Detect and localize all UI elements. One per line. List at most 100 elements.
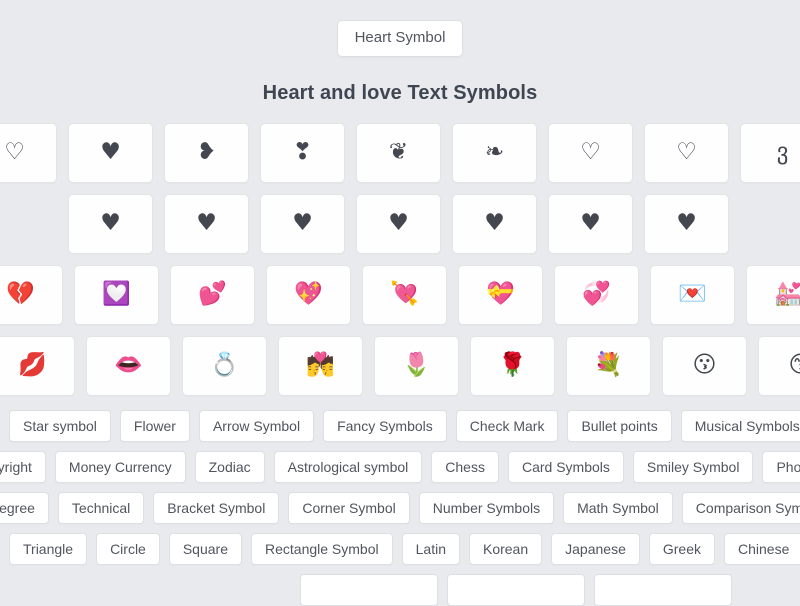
symbol-glyph-broken-heart: 💔: [6, 283, 35, 306]
symbol-glyph-two-hearts: 💕: [198, 283, 227, 306]
tag-chip-astrological-symbol[interactable]: Astrological symbol: [274, 451, 423, 483]
tag-chip-corner-symbol[interactable]: Corner Symbol: [288, 492, 409, 524]
symbol-tile-rotated-heavy-black-heart-bullet[interactable]: ❥: [164, 123, 249, 183]
symbol-tile-outlined-solid-heart[interactable]: ♥: [644, 194, 729, 254]
symbol-glyph-white-heart-suit: ♡: [4, 141, 25, 164]
tag-chip-number-symbols[interactable]: Number Symbols: [419, 492, 554, 524]
symbol-glyph-heavy-heart-exclamation-mark-ornament: ❣: [293, 141, 312, 164]
tag-chip-partial[interactable]: [594, 574, 732, 606]
tag-chip-zodiac[interactable]: Zodiac: [195, 451, 265, 483]
symbol-tile-kiss-mark[interactable]: 💋: [0, 336, 75, 396]
tag-row: Copyright Money Currency Zodiac Astrologica…: [0, 451, 800, 483]
tag-chip-money-currency[interactable]: Money Currency: [55, 451, 186, 483]
tag-chip-korean[interactable]: Korean: [469, 533, 542, 565]
tag-chip-japanese[interactable]: Japanese: [551, 533, 640, 565]
symbol-tile-sparkling-heart[interactable]: 💖: [266, 265, 351, 325]
symbol-tile-mouth-lips[interactable]: 👄: [86, 336, 171, 396]
symbol-glyph-bouquet: 💐: [594, 354, 623, 377]
tag-chip-chess[interactable]: Chess: [431, 451, 499, 483]
tag-chip-musical-symbols[interactable]: Musical Symbols: [681, 410, 800, 442]
symbol-tile-solid-heart[interactable]: ♥: [68, 194, 153, 254]
tag-chip-flower[interactable]: Flower: [120, 410, 190, 442]
symbol-tile-diagonal-striped-heart-dense[interactable]: ♥: [356, 194, 441, 254]
tag-chip-smiley-symbol[interactable]: Smiley Symbol: [633, 451, 754, 483]
tag-chip-star-symbol[interactable]: Star symbol: [9, 410, 111, 442]
page-title: Heart and love Text Symbols: [0, 82, 800, 105]
symbol-glyph-wedding-chapel: 💒: [774, 283, 800, 306]
tag-chip-fancy-symbols[interactable]: Fancy Symbols: [323, 410, 447, 442]
tag-chip-comparison-symbol[interactable]: Comparison Symbol: [682, 492, 800, 524]
symbol-tile-black-heart-suit[interactable]: ♥: [68, 123, 153, 183]
tag-row-partial: [300, 574, 800, 606]
symbol-glyph-horizontal-striped-heart: ♥: [196, 212, 217, 235]
symbol-tile-bouquet[interactable]: 💐: [566, 336, 651, 396]
tag-chip-phonetic[interactable]: Phonetic: [762, 451, 800, 483]
symbol-glyph-rose: 🌹: [498, 354, 527, 377]
symbol-tile-kiss-couple[interactable]: 💏: [278, 336, 363, 396]
symbol-glyph-love-letter: 💌: [678, 283, 707, 306]
symbol-tile-wedding-chapel[interactable]: 💒: [746, 265, 800, 325]
symbol-tile-kissing-face[interactable]: 😗: [662, 336, 747, 396]
symbol-glyph-kiss-mark: 💋: [18, 354, 47, 377]
symbol-tile-kissing-smiling-face[interactable]: 😙: [758, 336, 800, 396]
tag-chip-card-symbols[interactable]: Card Symbols: [508, 451, 624, 483]
symbol-tile-broken-heart[interactable]: 💔: [0, 265, 63, 325]
symbol-tile-heart-like-letter-glyph[interactable]: ვ: [740, 123, 800, 183]
tag-chip-technical[interactable]: Technical: [58, 492, 144, 524]
symbol-glyph-heart-with-ribbon: 💝: [486, 283, 515, 306]
tag-chip-check-mark[interactable]: Check Mark: [456, 410, 559, 442]
tag-chip-chinese[interactable]: Chinese: [724, 533, 800, 565]
symbol-glyph-mouth-lips: 👄: [114, 354, 143, 377]
symbol-tile-rotated-white-heart-two[interactable]: ♡: [644, 123, 729, 183]
symbol-tile-love-letter[interactable]: 💌: [650, 265, 735, 325]
category-tag-list: Star symbol Flower Arrow Symbol Fancy Symbo…: [0, 410, 800, 606]
symbol-tile-diagonal-striped-heart-left[interactable]: ♥: [452, 194, 537, 254]
symbol-tile-rotated-floral-heart-bullet[interactable]: ❧: [452, 123, 537, 183]
symbol-glyph-kissing-smiling-face: 😙: [789, 354, 800, 377]
tag-chip-partial[interactable]: [447, 574, 585, 606]
symbol-glyph-heart-decoration: 💟: [102, 283, 131, 306]
tag-chip-partial[interactable]: [300, 574, 438, 606]
symbol-tile-rose[interactable]: 🌹: [470, 336, 555, 396]
symbol-tile-vertical-striped-heart[interactable]: ♥: [548, 194, 633, 254]
symbol-tile-two-hearts[interactable]: 💕: [170, 265, 255, 325]
symbol-tile-diagonal-striped-heart-right[interactable]: ♥: [260, 194, 345, 254]
symbol-glyph-heart-like-letter-glyph: ვ: [777, 141, 789, 164]
tag-chip-circle[interactable]: Circle: [96, 533, 160, 565]
symbol-glyph-rotated-white-heart-one: ♡: [580, 141, 601, 164]
symbol-grid: ♡♥❥❣❦❧♡♡ვ ♥♥♥♥♥♥♥ 💔💟💕💖💘💝💞💌💒 💋👄💍💏🌷🌹💐😗😙: [0, 123, 800, 396]
tag-chip-math-symbol[interactable]: Math Symbol: [563, 492, 673, 524]
heart-symbol-breadcrumb-button[interactable]: Heart Symbol: [337, 20, 464, 57]
tag-chip-square[interactable]: Square: [169, 533, 242, 565]
symbol-glyph-tulip: 🌷: [402, 354, 431, 377]
symbol-glyph-kiss-couple: 💏: [306, 354, 335, 377]
tag-chip-bullet-points[interactable]: Bullet points: [567, 410, 671, 442]
tag-chip-rectangle-symbol[interactable]: Rectangle Symbol: [251, 533, 393, 565]
tag-chip-triangle[interactable]: Triangle: [9, 533, 87, 565]
symbol-tile-heart-decoration[interactable]: 💟: [74, 265, 159, 325]
symbol-tile-rotated-white-heart-one[interactable]: ♡: [548, 123, 633, 183]
symbol-glyph-heart-with-arrow: 💘: [390, 283, 419, 306]
symbol-tile-white-heart-suit[interactable]: ♡: [0, 123, 57, 183]
symbol-tile-floral-heart[interactable]: ❦: [356, 123, 441, 183]
tag-chip-latin[interactable]: Latin: [402, 533, 460, 565]
symbol-tile-revolving-hearts[interactable]: 💞: [554, 265, 639, 325]
symbol-tile-heart-with-ribbon[interactable]: 💝: [458, 265, 543, 325]
symbol-glyph-black-heart-suit: ♥: [100, 141, 121, 164]
symbol-tile-heart-with-arrow[interactable]: 💘: [362, 265, 447, 325]
symbol-glyph-rotated-floral-heart-bullet: ❧: [485, 141, 504, 164]
symbol-row-emoji-hearts: 💔 💟 💕 💖 💘 💝 💞 💌 💒: [0, 265, 800, 325]
tag-chip-greek[interactable]: Greek: [649, 533, 715, 565]
symbol-glyph-outlined-solid-heart: ♥: [676, 212, 697, 235]
symbol-tile-heavy-heart-exclamation-mark-ornament[interactable]: ❣: [260, 123, 345, 183]
tag-chip-bracket-symbol[interactable]: Bracket Symbol: [153, 492, 279, 524]
tag-chip-degree[interactable]: Degree: [0, 492, 49, 524]
symbol-tile-ring[interactable]: 💍: [182, 336, 267, 396]
symbol-glyph-vertical-striped-heart: ♥: [580, 212, 601, 235]
symbol-glyph-floral-heart: ❦: [389, 141, 408, 164]
symbol-glyph-rotated-heavy-black-heart-bullet: ❥: [197, 141, 216, 164]
tag-chip-arrow-symbol[interactable]: Arrow Symbol: [199, 410, 314, 442]
symbol-tile-tulip[interactable]: 🌷: [374, 336, 459, 396]
tag-chip-copyright[interactable]: Copyright: [0, 451, 46, 483]
symbol-tile-horizontal-striped-heart[interactable]: ♥: [164, 194, 249, 254]
